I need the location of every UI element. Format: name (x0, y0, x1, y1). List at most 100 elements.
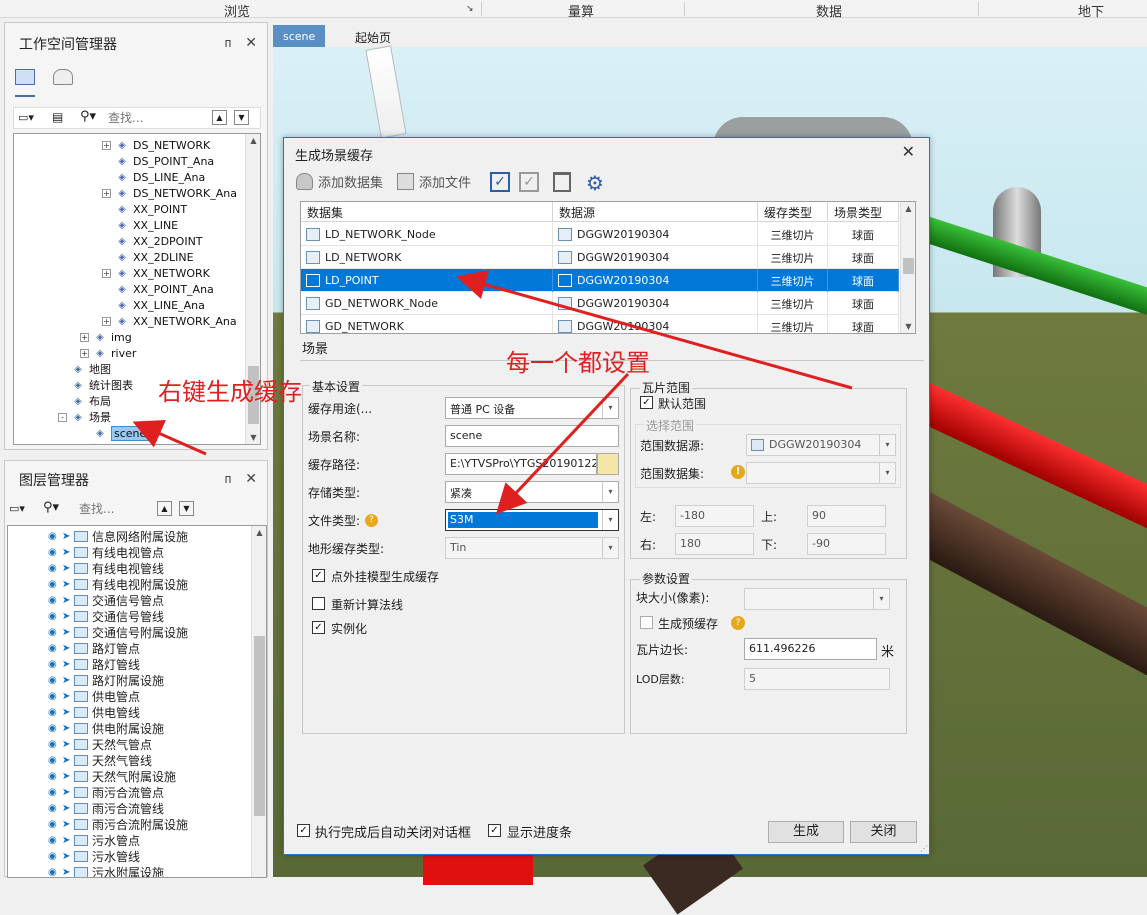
dataset-row[interactable]: LD_POINT DGGW20190304 三维切片 球面 (301, 269, 899, 292)
search-icon[interactable]: ⚲▾ (80, 109, 96, 124)
folder-browse-icon[interactable] (597, 453, 619, 475)
dataset-row[interactable]: GD_NETWORK DGGW20190304 三维切片 球面 (301, 315, 899, 333)
layer-item[interactable]: ◉ ➤ 路灯管点 (48, 640, 140, 656)
select-all-icon[interactable]: ✓ (490, 172, 510, 192)
ribbon-launcher-icon[interactable]: ↘ (466, 4, 474, 14)
search-down-icon[interactable]: ▼ (234, 110, 249, 125)
selectable-arrow-icon[interactable]: ➤ (62, 803, 74, 814)
visibility-eye-icon[interactable]: ◉ (48, 787, 62, 798)
visibility-eye-icon[interactable]: ◉ (48, 867, 62, 878)
selectable-arrow-icon[interactable]: ➤ (62, 547, 74, 558)
selectable-arrow-icon[interactable]: ➤ (62, 643, 74, 654)
scroll-up-icon[interactable]: ▲ (252, 528, 266, 537)
check-show-progress[interactable]: ✓ (488, 824, 501, 837)
visibility-eye-icon[interactable]: ◉ (48, 851, 62, 862)
workspace-tree-item[interactable]: ◈ 布局 (58, 393, 111, 409)
selectable-arrow-icon[interactable]: ➤ (62, 819, 74, 830)
layer-item[interactable]: ◉ ➤ 有线电视管点 (48, 544, 164, 560)
selectable-arrow-icon[interactable]: ➤ (62, 563, 74, 574)
workspace-tree-item[interactable]: +◈资源 (58, 441, 111, 444)
pin-icon[interactable]: ᴨ (225, 472, 232, 486)
help-icon[interactable]: ? (731, 616, 745, 630)
tab-start-page[interactable]: 起始页 (345, 25, 401, 47)
layer-item[interactable]: ◉ ➤ 天然气管点 (48, 736, 152, 752)
workspace-tree-item[interactable]: + ◈ img (80, 329, 132, 345)
scene-workspace-icon[interactable] (53, 69, 73, 85)
ribbon-tab-measure[interactable]: 量算 (568, 1, 594, 20)
workspace-tree-item[interactable]: ◈ XX_LINE (102, 217, 178, 233)
selectable-arrow-icon[interactable]: ➤ (62, 867, 74, 878)
selectable-arrow-icon[interactable]: ➤ (62, 659, 74, 670)
col-header-cache-type[interactable]: 缓存类型 (758, 202, 828, 222)
selectable-arrow-icon[interactable]: ➤ (62, 787, 74, 798)
add-dataset-button[interactable]: 添加数据集 (296, 172, 383, 191)
expand-toggle-icon[interactable]: + (102, 140, 111, 150)
top-input[interactable]: 90 (807, 505, 886, 527)
tile-length-input[interactable]: 611.496226 (744, 638, 877, 660)
visibility-eye-icon[interactable]: ◉ (48, 739, 62, 750)
pin-icon[interactable]: ᴨ (225, 36, 232, 50)
bottom-input[interactable]: -90 (807, 533, 886, 555)
workspace-tree-item[interactable]: + ◈ XX_NETWORK (102, 265, 210, 281)
layer-item[interactable]: ◉ ➤ 污水管线 (48, 848, 140, 864)
workspace-tree-item[interactable]: ◈ 统计图表 (58, 377, 133, 393)
check-auto-close[interactable]: ✓ (297, 824, 310, 837)
layer-item[interactable]: ◉ ➤ 路灯管线 (48, 656, 140, 672)
visibility-eye-icon[interactable]: ◉ (48, 723, 62, 734)
visibility-eye-icon[interactable]: ◉ (48, 819, 62, 830)
section-tab-scene[interactable]: 场景 (302, 338, 328, 357)
workspace-tree-item[interactable]: + ◈ DS_NETWORK (102, 137, 210, 153)
workspace-tree-item[interactable]: ◈ 地图 (58, 361, 111, 377)
dataset-row[interactable]: LD_NETWORK DGGW20190304 三维切片 球面 (301, 246, 899, 269)
selectable-arrow-icon[interactable]: ➤ (62, 691, 74, 702)
dataset-row[interactable]: LD_NETWORK_Node DGGW20190304 三维切片 球面 (301, 223, 899, 246)
dataset-grid[interactable]: 数据集 数据源 缓存类型 场景类型 LD_NETWORK_Node DGGW201… (300, 201, 916, 334)
layer-item[interactable]: ◉ ➤ 供电管点 (48, 688, 140, 704)
expand-toggle-icon[interactable]: + (102, 268, 111, 278)
layer-item[interactable]: ◉ ➤ 雨污合流附属设施 (48, 816, 188, 832)
visibility-eye-icon[interactable]: ◉ (48, 627, 62, 638)
selectable-arrow-icon[interactable]: ➤ (62, 627, 74, 638)
ribbon-tab-data[interactable]: 数据 (816, 1, 842, 20)
document-icon[interactable]: ▤ (52, 110, 63, 124)
workspace-tree-item[interactable]: + ◈ XX_NETWORK_Ana (102, 313, 237, 329)
visibility-eye-icon[interactable]: ◉ (48, 563, 62, 574)
expand-toggle-icon[interactable]: + (102, 316, 111, 326)
lod-input[interactable]: 5 (744, 668, 890, 690)
block-size-select[interactable]: ▾ (744, 588, 890, 610)
scroll-thumb[interactable] (254, 636, 265, 816)
close-button[interactable]: 关闭 (850, 821, 917, 843)
selectable-arrow-icon[interactable]: ➤ (62, 675, 74, 686)
dataset-row[interactable]: GD_NETWORK_Node DGGW20190304 三维切片 球面 (301, 292, 899, 315)
visibility-eye-icon[interactable]: ◉ (48, 835, 62, 846)
check-model-cache[interactable]: ✓ (312, 569, 325, 582)
search-icon[interactable]: ⚲▾ (43, 500, 59, 515)
scene-name-input[interactable]: scene (445, 425, 619, 447)
workspace-icon[interactable] (15, 69, 35, 85)
terrain-type-select[interactable]: Tin ▾ (445, 537, 619, 559)
expand-toggle-icon[interactable]: + (80, 348, 89, 358)
visibility-eye-icon[interactable]: ◉ (48, 691, 62, 702)
check-instancing[interactable]: ✓ (312, 621, 325, 634)
workspace-search-input[interactable] (108, 110, 198, 126)
visibility-eye-icon[interactable]: ◉ (48, 771, 62, 782)
search-down-icon[interactable]: ▼ (179, 501, 194, 516)
expand-toggle-icon[interactable]: + (102, 188, 111, 198)
selectable-arrow-icon[interactable]: ➤ (62, 707, 74, 718)
check-recalc-normals[interactable] (312, 597, 325, 610)
add-file-button[interactable]: 添加文件 (397, 172, 471, 191)
scroll-thumb[interactable] (903, 258, 914, 274)
layer-item[interactable]: ◉ ➤ 天然气管线 (48, 752, 152, 768)
layer-item[interactable]: ◉ ➤ 交通信号附属设施 (48, 624, 188, 640)
layer-tree-scrollbar[interactable]: ▲ (251, 526, 266, 877)
expand-toggle-icon[interactable]: - (58, 412, 67, 422)
visibility-eye-icon[interactable]: ◉ (48, 579, 62, 590)
layer-item[interactable]: ◉ ➤ 交通信号管点 (48, 592, 164, 608)
layer-item[interactable]: ◉ ➤ 路灯附属设施 (48, 672, 164, 688)
search-up-icon[interactable]: ▲ (212, 110, 227, 125)
grid-scrollbar[interactable]: ▲ ▼ (900, 202, 915, 333)
workspace-tree-item[interactable]: ◈ XX_POINT (102, 201, 187, 217)
expand-toggle-icon[interactable]: + (80, 332, 89, 342)
visibility-eye-icon[interactable]: ◉ (48, 611, 62, 622)
selectable-arrow-icon[interactable]: ➤ (62, 851, 74, 862)
